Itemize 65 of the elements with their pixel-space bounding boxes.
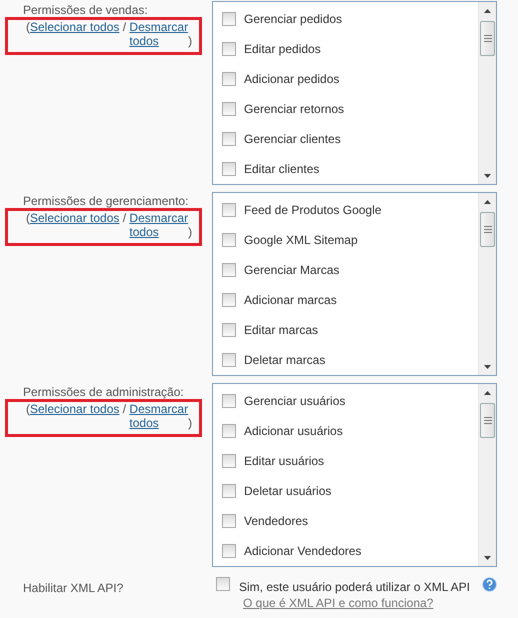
select-all-link[interactable]: Selecionar todos <box>30 211 120 225</box>
punctuation: ( <box>26 402 30 416</box>
punctuation: ) <box>188 225 192 239</box>
permission-label: Gerenciar pedidos <box>244 12 342 26</box>
deselect-all-link[interactable]: Desmarcar todos <box>129 20 188 48</box>
permission-label: Gerenciar clientes <box>244 132 341 146</box>
section-label: Permissões de gerenciamento: <box>22 195 190 208</box>
checkbox[interactable] <box>222 353 236 367</box>
checkbox[interactable] <box>222 424 236 438</box>
checkbox[interactable] <box>222 42 236 56</box>
checkbox[interactable] <box>222 454 236 468</box>
permission-label: Deletar usuários <box>244 484 332 498</box>
help-link[interactable]: O que é XML API e como funciona? <box>243 596 502 610</box>
checkbox[interactable] <box>222 544 236 558</box>
section-label: Permissões de vendas: <box>22 4 149 17</box>
permission-label: Editar pedidos <box>244 42 321 56</box>
scrollbar[interactable] <box>478 2 496 184</box>
checkbox[interactable] <box>222 293 236 307</box>
permission-label: Gerenciar retornos <box>244 102 344 116</box>
permission-label: Editar clientes <box>244 162 320 176</box>
section-label: Permissões de administração: <box>22 386 185 399</box>
punctuation: ( <box>26 20 30 34</box>
checkbox[interactable] <box>222 263 236 277</box>
scroll-thumb[interactable] <box>480 212 495 247</box>
scrollbar[interactable] <box>478 193 496 375</box>
permission-label: Feed de Produtos Google <box>244 203 382 217</box>
checkbox[interactable] <box>222 203 236 217</box>
checkbox[interactable] <box>222 484 236 498</box>
checkbox[interactable] <box>222 12 236 26</box>
checkbox[interactable] <box>222 102 236 116</box>
checkbox[interactable] <box>222 162 236 176</box>
checkbox[interactable] <box>216 577 230 591</box>
permission-label: Vendedores <box>244 514 308 528</box>
scrollbar[interactable] <box>478 384 496 566</box>
checkbox[interactable] <box>222 323 236 337</box>
checkbox[interactable] <box>222 72 236 86</box>
permission-label: Deletar marcas <box>244 353 326 367</box>
permission-label: Google XML Sitemap <box>244 233 358 247</box>
punctuation: ( <box>26 211 30 225</box>
scroll-thumb[interactable] <box>480 403 495 438</box>
deselect-all-link[interactable]: Desmarcar todos <box>129 211 188 239</box>
punctuation: / <box>122 20 126 34</box>
permission-label: Gerenciar usuários <box>244 394 346 408</box>
punctuation: ) <box>188 416 192 430</box>
punctuation: / <box>122 211 126 225</box>
permission-label: Editar usuários <box>244 454 324 468</box>
help-icon[interactable] <box>482 577 497 592</box>
permission-label: Adicionar pedidos <box>244 72 340 86</box>
deselect-all-link[interactable]: Desmarcar todos <box>129 402 188 430</box>
checkbox[interactable] <box>222 514 236 528</box>
scroll-thumb[interactable] <box>480 21 495 56</box>
permission-label: Gerenciar Marcas <box>244 263 340 277</box>
select-all-link[interactable]: Selecionar todos <box>30 20 120 34</box>
select-all-link[interactable]: Selecionar todos <box>30 402 120 416</box>
checkbox[interactable] <box>222 132 236 146</box>
permission-label: Editar marcas <box>244 323 318 337</box>
checkbox[interactable] <box>222 394 236 408</box>
punctuation: ) <box>188 34 192 48</box>
permission-label: Adicionar Vendedores <box>244 544 362 558</box>
field-label: Habilitar XML API? <box>22 580 124 597</box>
permission-label: Adicionar usuários <box>244 424 343 438</box>
option-label: Sim, este usuário poderá utilizar o XML API <box>239 579 470 594</box>
checkbox[interactable] <box>222 233 236 247</box>
permission-label: Adicionar marcas <box>244 293 337 307</box>
punctuation: / <box>122 402 126 416</box>
